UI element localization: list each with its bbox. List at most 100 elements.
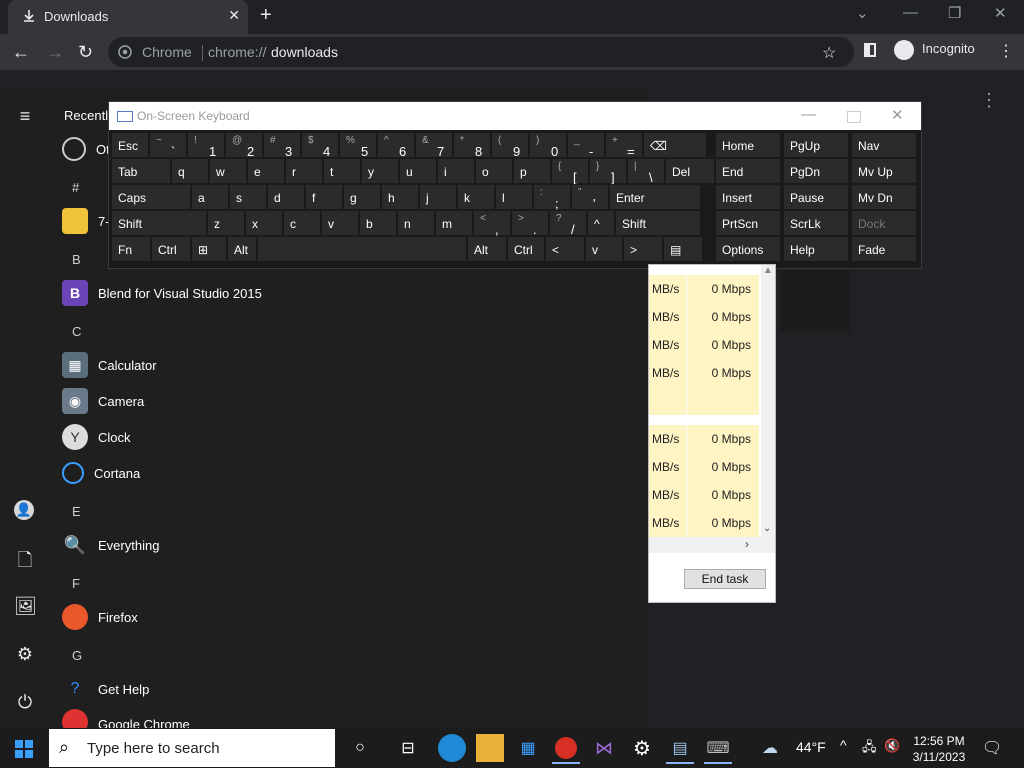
- osk-nav-key[interactable]: Insert: [715, 184, 781, 210]
- osk-key[interactable]: Shift: [615, 210, 701, 236]
- cortana-taskbar-icon[interactable]: ○: [346, 734, 374, 762]
- hamburger-icon[interactable]: ≡: [14, 106, 36, 128]
- osk-key[interactable]: * 8: [453, 132, 491, 159]
- osk-key[interactable]: Ctrl: [151, 236, 191, 262]
- osk-nav-key[interactable]: Mv Dn: [851, 184, 917, 210]
- tab-downloads[interactable]: Downloads ✕: [8, 0, 248, 34]
- osk-key[interactable]: s: [229, 184, 267, 210]
- osk-key[interactable]: & 7: [415, 132, 453, 159]
- osk-key[interactable]: ! 1: [187, 132, 225, 159]
- osk-key[interactable]: f: [305, 184, 343, 210]
- osk-key[interactable]: ) 0: [529, 132, 567, 159]
- osk-key[interactable]: e: [247, 158, 285, 184]
- task-view-icon[interactable]: ⊟: [394, 734, 422, 762]
- osk-close-icon[interactable]: ✕: [891, 106, 904, 124]
- osk-key[interactable]: " ': [571, 184, 609, 211]
- osk-key[interactable]: _ -: [567, 132, 605, 159]
- scroll-up-icon[interactable]: ▲: [763, 265, 773, 276]
- table-row[interactable]: MB/s 0 Mbps: [649, 509, 775, 537]
- table-row[interactable]: MB/s 0 Mbps: [649, 331, 775, 359]
- osk-key[interactable]: Tab: [111, 158, 171, 184]
- osk-key[interactable]: >: [623, 236, 663, 262]
- table-row[interactable]: MB/s 0 Mbps: [649, 425, 775, 453]
- scroll-down-icon[interactable]: ⌄: [763, 523, 771, 534]
- table-row[interactable]: MB/s 0 Mbps: [649, 359, 775, 387]
- osk-key[interactable]: ⊞: [191, 236, 227, 262]
- vertical-scrollbar[interactable]: ▲ ⌄: [761, 265, 775, 537]
- app-item[interactable]: Google Chrome: [62, 709, 190, 728]
- osk-key[interactable]: <,: [473, 210, 511, 237]
- osk-nav-key[interactable]: PgUp: [783, 132, 849, 158]
- settings-taskbar-icon[interactable]: ⚙: [628, 734, 656, 762]
- osk-key[interactable]: ? /: [549, 210, 587, 237]
- osk-nav-key[interactable]: Fade: [851, 236, 917, 262]
- show-hidden-icons-chevron-icon[interactable]: ^: [840, 737, 847, 753]
- file-explorer-icon[interactable]: [476, 734, 504, 762]
- close-window-icon[interactable]: ✕: [994, 4, 1007, 22]
- side-panel-icon[interactable]: [864, 43, 876, 57]
- weather-temperature[interactable]: 44°F: [796, 739, 826, 755]
- store-icon[interactable]: ▦: [514, 734, 542, 762]
- osk-key[interactable]: [257, 236, 467, 262]
- osk-key[interactable]: + =: [605, 132, 643, 159]
- osk-key[interactable]: {[: [551, 158, 589, 185]
- osk-key[interactable]: % 5: [339, 132, 377, 159]
- network-icon[interactable]: 🖧: [862, 738, 877, 760]
- table-row[interactable]: MB/s 0 Mbps: [649, 481, 775, 509]
- osk-key[interactable]: n: [397, 210, 435, 236]
- osk-nav-key[interactable]: End: [715, 158, 781, 184]
- power-icon[interactable]: ⏻: [14, 692, 36, 714]
- osk-nav-key[interactable]: Nav: [851, 132, 917, 158]
- tab-close-icon[interactable]: ✕: [228, 7, 240, 24]
- osk-key[interactable]: ^ 6: [377, 132, 415, 159]
- osk-key[interactable]: o: [475, 158, 513, 184]
- osk-key[interactable]: h: [381, 184, 419, 210]
- visual-studio-icon[interactable]: ⋈: [590, 734, 618, 762]
- chrome-taskbar-icon[interactable]: [552, 734, 580, 764]
- bookmark-star-icon[interactable]: ☆: [822, 43, 836, 63]
- downloads-more-icon[interactable]: ⋮: [980, 90, 998, 111]
- osk-key[interactable]: w: [209, 158, 247, 184]
- pictures-icon[interactable]: 🖼: [14, 596, 37, 618]
- osk-key[interactable]: >.: [511, 210, 549, 237]
- osk-key[interactable]: ~ `: [149, 132, 187, 159]
- osk-nav-key[interactable]: Pause: [783, 184, 849, 210]
- volume-muted-icon[interactable]: 🔇: [884, 738, 900, 754]
- osk-key[interactable]: ^: [587, 210, 615, 236]
- osk-key[interactable]: j: [419, 184, 457, 210]
- osk-key[interactable]: }]: [589, 158, 627, 185]
- app-item[interactable]: Cortana: [62, 457, 140, 489]
- user-account-icon[interactable]: 👤: [14, 500, 34, 520]
- osk-key[interactable]: $4: [301, 132, 339, 159]
- osk-key[interactable]: <: [545, 236, 585, 262]
- osk-key[interactable]: | \: [627, 158, 665, 185]
- osk-key[interactable]: i: [437, 158, 475, 184]
- osk-key[interactable]: u: [399, 158, 437, 184]
- osk-maximize-icon[interactable]: [847, 111, 861, 123]
- table-row[interactable]: MB/s 0 Mbps: [649, 275, 775, 303]
- osk-key[interactable]: @2: [225, 132, 263, 159]
- osk-key[interactable]: k: [457, 184, 495, 210]
- scroll-right-icon[interactable]: ›: [745, 537, 749, 551]
- incognito-label[interactable]: Incognito: [922, 41, 975, 56]
- taskbar-search-box[interactable]: ⌕ Type here to search: [49, 729, 335, 767]
- osk-nav-key[interactable]: PrtScn: [715, 210, 781, 236]
- app-item[interactable]: B Blend for Visual Studio 2015: [62, 277, 262, 309]
- osk-nav-key[interactable]: ScrLk: [783, 210, 849, 236]
- osk-key[interactable]: Alt: [227, 236, 257, 262]
- osk-nav-key[interactable]: Mv Up: [851, 158, 917, 184]
- osk-key[interactable]: :;: [533, 184, 571, 211]
- osk-key[interactable]: Caps: [111, 184, 191, 210]
- osk-nav-key[interactable]: Home: [715, 132, 781, 158]
- osk-key[interactable]: v: [585, 236, 623, 262]
- address-bar[interactable]: Chrome chrome:// downloads ☆: [108, 37, 854, 67]
- minimize-icon[interactable]: —: [903, 4, 918, 21]
- osk-key[interactable]: b: [359, 210, 397, 236]
- osk-key[interactable]: Ctrl: [507, 236, 545, 262]
- app-item[interactable]: ▦ Calculator: [62, 349, 157, 381]
- new-tab-icon[interactable]: +: [260, 4, 272, 27]
- start-button[interactable]: [0, 728, 48, 768]
- osk-key[interactable]: m: [435, 210, 473, 236]
- chrome-menu-icon[interactable]: ⋮: [998, 41, 1014, 61]
- osk-taskbar-icon[interactable]: ⌨: [704, 734, 732, 764]
